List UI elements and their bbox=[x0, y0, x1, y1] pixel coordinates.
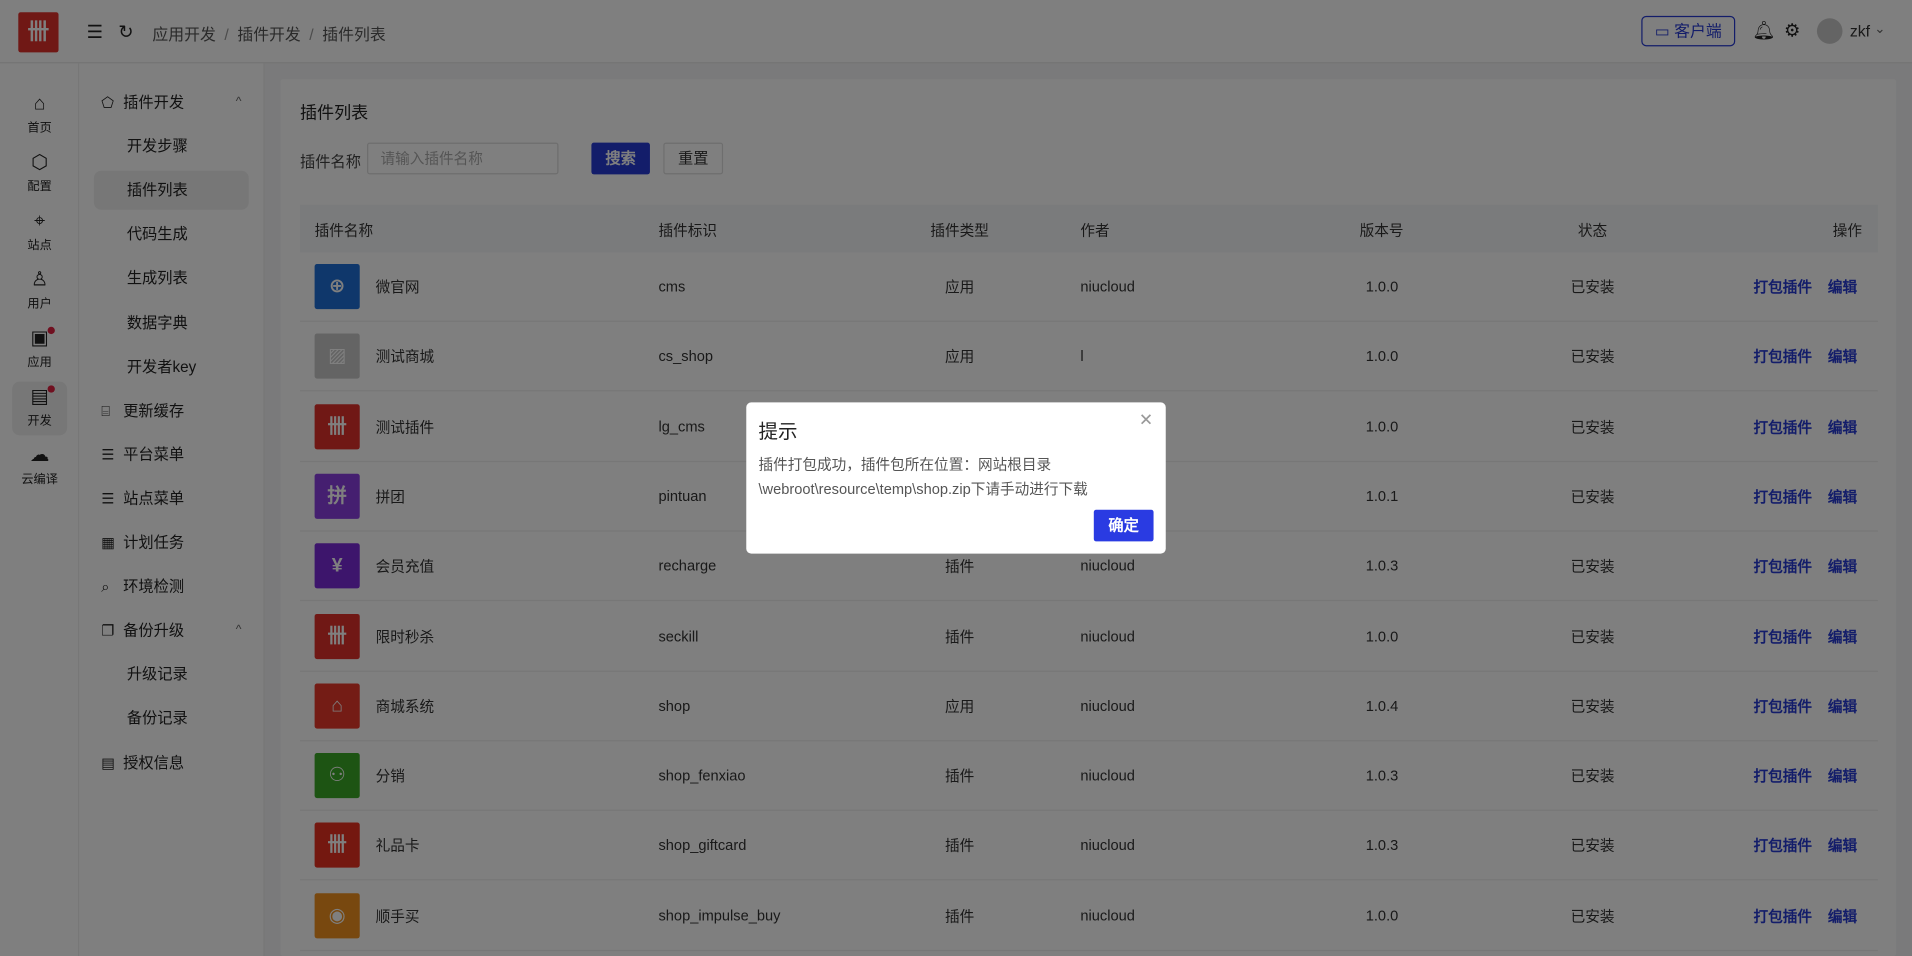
dialog-message: 插件打包成功，插件包所在位置：网站根目录 \webroot\resource\te… bbox=[758, 452, 1160, 501]
dialog-message-line: \webroot\resource\temp\shop.zip下请手动进行下载 bbox=[758, 480, 1088, 498]
message-dialog: 提示 ✕ 插件打包成功，插件包所在位置：网站根目录 \webroot\resour… bbox=[746, 402, 1166, 554]
close-icon[interactable]: ✕ bbox=[1139, 410, 1153, 431]
dialog-title: 提示 bbox=[758, 421, 798, 443]
dialog-message-line: 插件打包成功，插件包所在位置：网站根目录 bbox=[758, 456, 1052, 474]
confirm-button[interactable]: 确定 bbox=[1093, 509, 1154, 542]
